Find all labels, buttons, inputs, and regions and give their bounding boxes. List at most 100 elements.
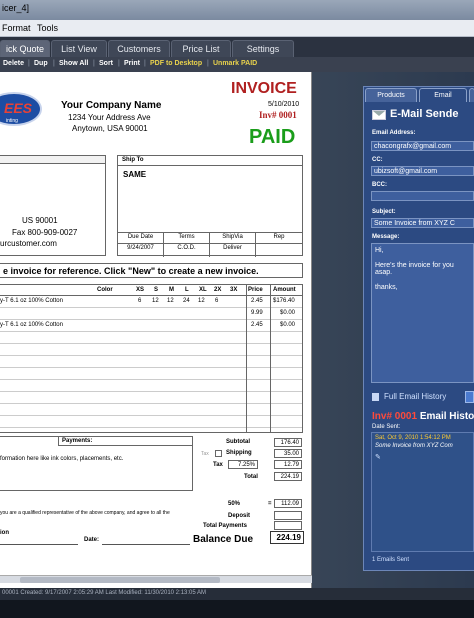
deposit-amount: 112.09	[274, 499, 302, 508]
table-row[interactable]: 9.99 $0.00	[0, 308, 302, 320]
deposit-value[interactable]	[274, 511, 302, 520]
column-divider	[246, 285, 247, 432]
shipping-details-table: Due Date 9/24/2007 Terms C.O.D. ShipVia …	[118, 232, 302, 257]
shipping-tax-label: Tax	[201, 451, 209, 457]
unmark-paid-button[interactable]: Unmark PAID	[213, 60, 257, 67]
menu-tools[interactable]: Tools	[37, 23, 58, 33]
tab-customers[interactable]: Customers	[108, 40, 170, 57]
line-items-header: Color XS S M L XL 2X 3X Price Amount	[0, 285, 302, 296]
table-row[interactable]	[0, 392, 302, 404]
deposit-percent[interactable]: 50%	[228, 501, 240, 507]
delete-button[interactable]: Delete	[3, 60, 24, 67]
item-description: y-T 6.1 oz 100% Cotton	[0, 322, 63, 328]
balance-due-label: Balance Due	[193, 534, 254, 545]
edit-pencil-icon[interactable]: ✎	[375, 453, 381, 461]
tab-more[interactable]	[469, 88, 474, 102]
bill-to-zip: US 90001	[22, 216, 58, 225]
col-l: L	[185, 287, 189, 293]
cc-field[interactable]: ubizsoft@gmail.com	[371, 166, 474, 176]
dup-button[interactable]: Dup	[34, 60, 48, 67]
table-row[interactable]: y-T 6.1 oz 100% Cotton 2.45 $0.00	[0, 320, 302, 332]
tab-email[interactable]: Email	[419, 88, 467, 102]
col-2x: 2X	[214, 287, 222, 293]
history-icon	[372, 393, 379, 401]
payments-box[interactable]: Payments: formation here like ink colors…	[0, 436, 193, 491]
tax-rate-field[interactable]: 7.25%	[228, 460, 258, 469]
email-history-title: Inv# 0001 Email Histo	[372, 411, 474, 422]
date-sent-label: Date Sent:	[372, 424, 401, 430]
item-description: y-T 6.1 oz 100% Cotton	[0, 298, 63, 304]
terms-label: Terms	[178, 234, 195, 240]
table-row[interactable]	[0, 368, 302, 380]
horizontal-scrollbar[interactable]	[0, 575, 312, 583]
table-row[interactable]: y-T 6.1 oz 100% Cotton 6 12 12 24 12 6 2…	[0, 296, 302, 308]
item-2x: 6	[215, 298, 219, 304]
bill-to-web: urcustomer.com	[0, 239, 57, 248]
tax-label: Tax	[213, 462, 223, 468]
tab-list-view[interactable]: List View	[51, 40, 107, 57]
message-textarea[interactable]: Hi, Here's the invoice for you asap. tha…	[371, 243, 474, 383]
sort-button[interactable]: Sort	[99, 60, 113, 67]
signature-disclaimer: you are a qualified representative of th…	[0, 510, 170, 516]
signature-date-line	[102, 544, 190, 545]
history-sent-date[interactable]: Sat, Oct 9, 2010 1:54:12 PM	[375, 435, 451, 441]
subject-field[interactable]: Some Invoice from XYZ C	[371, 218, 474, 228]
terms-cell[interactable]: Terms C.O.D.	[164, 233, 210, 257]
total-payments-label: Total Payments	[203, 523, 247, 529]
email-history-list[interactable]: Sat, Oct 9, 2010 1:54:12 PM Some Invoice…	[371, 432, 474, 552]
table-row[interactable]	[0, 416, 302, 428]
bcc-field[interactable]	[371, 191, 474, 201]
ship-to-value[interactable]: SAME	[123, 170, 146, 179]
logo-tagline: inting	[6, 118, 18, 124]
message-line: Hi,	[375, 247, 384, 254]
balance-due-value: 224.19	[270, 531, 304, 544]
ship-via-value: Deliver	[223, 245, 242, 251]
bcc-label: BCC:	[372, 182, 387, 188]
invoice-date[interactable]: 5/10/2010	[268, 101, 299, 108]
line-items-table: Color XS S M L XL 2X 3X Price Amount y-T…	[0, 284, 303, 433]
company-address[interactable]: 1234 Your Address Ave	[68, 113, 151, 122]
item-price: 9.99	[251, 310, 263, 316]
envelope-icon	[372, 110, 386, 120]
pdf-to-desktop-button[interactable]: PDF to Desktop	[150, 60, 202, 67]
window-title: icer_4]	[2, 3, 30, 13]
menu-format[interactable]: Format	[2, 23, 31, 33]
ship-to-box[interactable]: Ship To SAME Due Date 9/24/2007 Terms C.…	[117, 155, 303, 257]
full-email-history-link[interactable]: Full Email History	[384, 392, 446, 401]
tab-price-list[interactable]: Price List	[171, 40, 231, 57]
due-date-cell[interactable]: Due Date 9/24/2007	[118, 233, 164, 257]
toolbar: Delete | Dup | Show All | Sort | Print |…	[0, 57, 474, 72]
shipping-value[interactable]: 35.00	[274, 449, 302, 458]
window-titlebar: icer_4]	[0, 0, 474, 20]
history-invoice-number: Inv# 0001	[372, 411, 418, 422]
tab-products[interactable]: Products	[365, 88, 417, 102]
table-row[interactable]	[0, 380, 302, 392]
company-name[interactable]: Your Company Name	[61, 100, 161, 111]
scrollbar-thumb[interactable]	[20, 577, 220, 583]
total-label: Total	[244, 474, 258, 480]
col-m: M	[169, 287, 174, 293]
table-row[interactable]	[0, 356, 302, 368]
tab-quick-quote[interactable]: ick Quote	[0, 40, 50, 57]
show-all-button[interactable]: Show All	[59, 60, 88, 67]
email-address-label: Email Address:	[372, 130, 416, 136]
status-bar: 00001 Created: 9/17/2007 2:05:29 AM Last…	[0, 588, 474, 600]
tab-settings[interactable]: Settings	[232, 40, 294, 57]
col-color: Color	[97, 287, 113, 293]
shipping-taxable-checkbox[interactable]	[215, 450, 222, 457]
send-email-button[interactable]	[465, 391, 474, 403]
rep-cell[interactable]: Rep	[256, 233, 302, 257]
toolbar-separator: |	[144, 60, 146, 67]
ship-via-cell[interactable]: ShipVia Deliver	[210, 233, 256, 257]
table-row[interactable]	[0, 332, 302, 344]
table-row[interactable]	[0, 404, 302, 416]
print-button[interactable]: Print	[124, 60, 140, 67]
col-s: S	[154, 287, 159, 293]
table-row[interactable]	[0, 344, 302, 356]
company-city[interactable]: Anytown, USA 90001	[72, 124, 148, 133]
email-address-field[interactable]: chacongrafx@gmail.com	[371, 141, 474, 151]
item-amount: $0.00	[280, 310, 296, 316]
invoice-number[interactable]: Inv# 0001	[259, 110, 297, 120]
cc-label: CC:	[372, 157, 383, 163]
toolbar-separator: |	[28, 60, 30, 67]
